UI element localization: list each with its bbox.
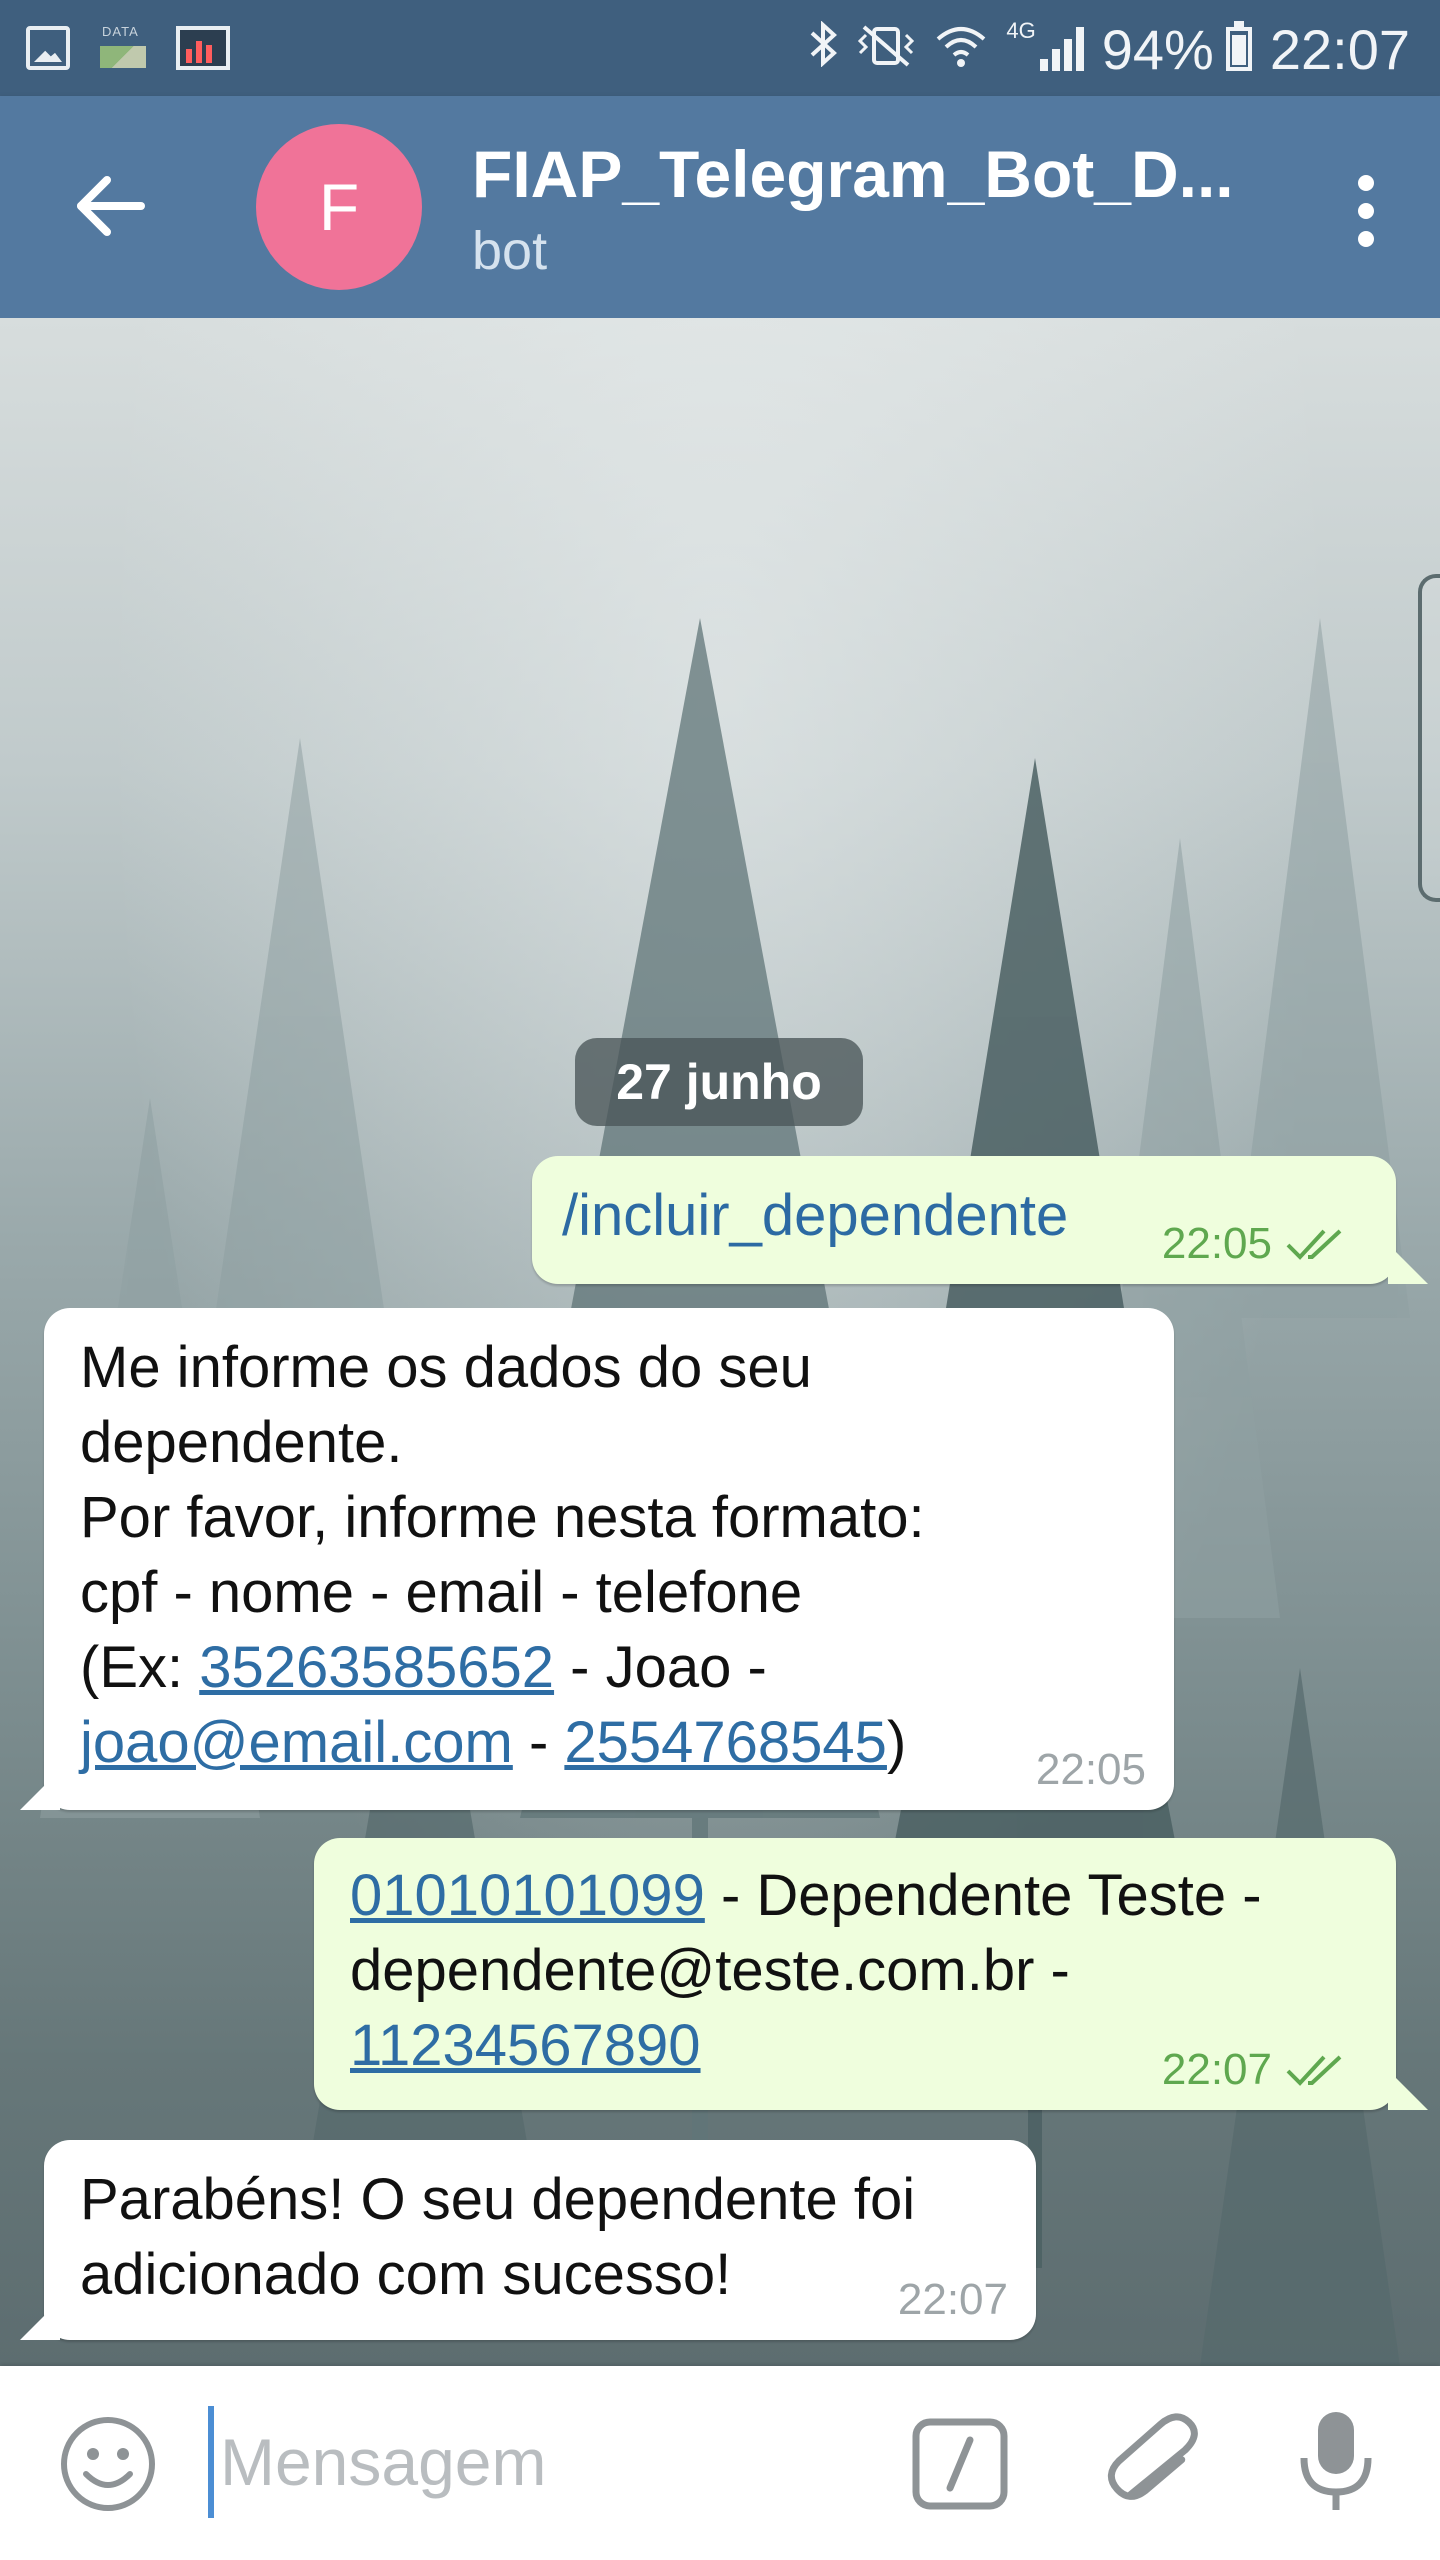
arrow-left-icon xyxy=(77,176,145,236)
back-button[interactable] xyxy=(60,156,160,256)
message-text-line: cpf - nome - email - telefone xyxy=(80,1560,803,1625)
message-meta: 22:07 xyxy=(1162,2048,1348,2092)
bot-commands-button[interactable] xyxy=(910,2414,1010,2514)
date-separator: 27 junho xyxy=(575,1038,863,1126)
battery-icon xyxy=(1225,21,1252,71)
battery-percent: 94% xyxy=(1101,17,1214,81)
message-text-line: 01010101099 - Dependente Teste - xyxy=(350,1858,1360,1933)
voice-message-button[interactable] xyxy=(1296,2406,1376,2516)
status-bar-notifications: DATA xyxy=(26,20,230,76)
more-options-button[interactable] xyxy=(1336,166,1396,256)
phone-link[interactable]: 2554768545 xyxy=(564,1710,887,1775)
dependent-name: - Dependente Teste - xyxy=(704,1863,1262,1928)
chat-header: F FIAP_Telegram_Bot_D... bot xyxy=(0,96,1440,318)
example-prefix: (Ex: xyxy=(80,1635,200,1700)
message-meta: 22:05 xyxy=(1162,1222,1348,1266)
bluetooth-icon xyxy=(808,19,838,78)
email-link[interactable]: joao@email.com xyxy=(80,1710,513,1775)
emoji-button[interactable] xyxy=(58,2414,158,2514)
smiley-icon xyxy=(61,2417,155,2511)
chat-subtitle: bot xyxy=(472,221,548,281)
signal-icon xyxy=(1039,27,1084,71)
attach-button[interactable] xyxy=(1105,2408,1205,2518)
message-text-line: Parabéns! O seu dependente foi xyxy=(80,2167,916,2232)
phone-link[interactable]: 01010101099 xyxy=(350,1863,705,1928)
scrollbar-thumb[interactable] xyxy=(1418,574,1440,902)
double-check-icon xyxy=(1286,1229,1342,1260)
message-text-line: adicionado com sucesso! xyxy=(80,2242,732,2307)
wifi-icon xyxy=(934,17,988,82)
message-bubble-outgoing[interactable]: /incluir_dependente 22:05 xyxy=(532,1156,1396,1284)
network-type: 4G xyxy=(1006,18,1036,43)
gallery-icon xyxy=(26,26,70,70)
message-text-line: dependente@teste.com.br - xyxy=(350,1938,1070,2003)
message-time: 22:07 xyxy=(897,2275,1008,2324)
example-suffix: ) xyxy=(886,1710,907,1775)
message-time: 22:05 xyxy=(1161,1219,1272,1268)
message-bubble-incoming[interactable]: Parabéns! O seu dependente foi adicionad… xyxy=(44,2140,1036,2340)
message-bubble-outgoing[interactable]: 01010101099 - Dependente Teste - depende… xyxy=(314,1838,1396,2110)
example-separator: - xyxy=(512,1710,565,1775)
message-meta: 22:07 xyxy=(898,2278,1008,2322)
chat-title[interactable]: FIAP_Telegram_Bot_D... xyxy=(472,136,1252,212)
message-text-line: Me informe os dados do seu xyxy=(80,1335,812,1400)
status-bar-system: 4G 94% 22:07 xyxy=(808,14,1410,84)
message-time: 22:07 xyxy=(1161,2045,1272,2094)
clock: 22:07 xyxy=(1269,17,1410,81)
message-text-line: (Ex: 35263585652 - Joao - xyxy=(80,1630,1138,1705)
message-meta: 22:05 xyxy=(1036,1748,1146,1792)
vibrate-icon xyxy=(856,17,916,82)
message-time: 22:05 xyxy=(1035,1745,1146,1794)
paperclip-icon xyxy=(1107,2413,1198,2500)
message-text-line: joao@email.com - 2554768545) xyxy=(80,1705,1138,1780)
example-name: - Joao - xyxy=(554,1635,767,1700)
message-input[interactable] xyxy=(208,2406,882,2518)
slash-command-icon xyxy=(912,2418,1008,2510)
message-bubble-incoming[interactable]: Me informe os dados do seu dependente. P… xyxy=(44,1308,1174,1810)
dot-icon xyxy=(1358,203,1374,219)
bot-command-link[interactable]: /incluir_dependente xyxy=(562,1183,1068,1248)
monitor-icon xyxy=(176,26,230,70)
message-text-line: dependente. xyxy=(80,1410,403,1475)
dot-icon xyxy=(1358,175,1374,191)
double-check-icon xyxy=(1286,2055,1342,2086)
microphone-icon xyxy=(1300,2412,1372,2510)
dot-icon xyxy=(1358,231,1374,247)
message-composer xyxy=(0,2366,1440,2560)
phone-link[interactable]: 35263585652 xyxy=(199,1635,554,1700)
status-bar: DATA 4G 94% 22:07 xyxy=(0,0,1440,96)
data-icon: DATA xyxy=(98,24,148,70)
data-label: DATA xyxy=(102,24,139,39)
phone-link[interactable]: 11234567890 xyxy=(350,2013,701,2078)
message-text-line: Por favor, informe nesta formato: xyxy=(80,1485,925,1550)
chat-area[interactable]: 27 junho /incluir_dependente 22:05 Me in… xyxy=(0,318,1440,2366)
avatar[interactable]: F xyxy=(256,124,422,290)
